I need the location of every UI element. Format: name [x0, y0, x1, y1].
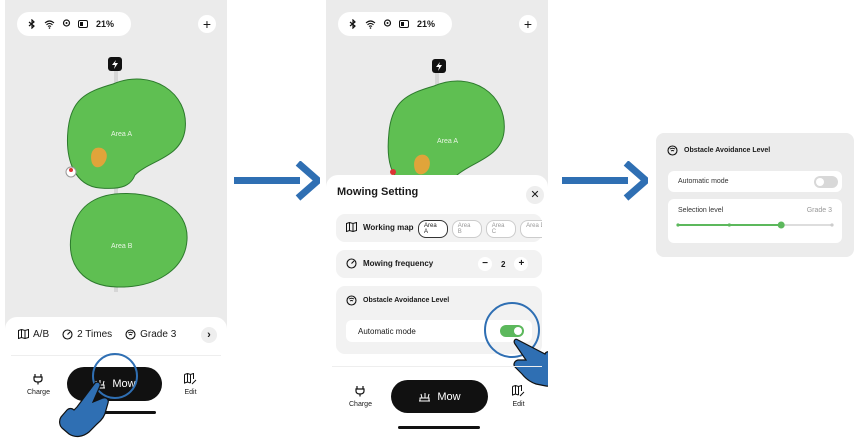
working-map-label: Working map: [363, 222, 414, 232]
area-a-shape[interactable]: [387, 80, 505, 184]
area-b-shape[interactable]: [69, 192, 188, 288]
gauge-icon: [346, 258, 357, 269]
divider: [332, 366, 542, 367]
map-icon: [346, 222, 357, 232]
area-pill-b[interactable]: Area B: [451, 220, 482, 238]
flow-arrow-2: [562, 161, 648, 201]
edit-label: Edit: [512, 401, 525, 408]
radar-icon: [346, 295, 357, 306]
settings-title: Mowing Setting: [337, 186, 419, 198]
frequency-value: 2: [501, 259, 506, 269]
slider-thumb[interactable]: [777, 221, 785, 229]
area-a-label: Area A: [111, 131, 133, 138]
add-button[interactable]: +: [519, 15, 537, 33]
obstacle-avoidance-panel: Obstacle Avoidance Level Automatic mode …: [656, 133, 854, 257]
home-indicator: [398, 426, 480, 429]
bluetooth-icon: [28, 19, 35, 29]
charge-button[interactable]: Charge: [27, 373, 50, 396]
gauge-icon: [62, 328, 73, 340]
slider-step-2: [727, 223, 731, 227]
plug-icon: [33, 374, 44, 385]
battery-percent: 21%: [96, 19, 115, 29]
chevron-right-icon[interactable]: ›: [201, 327, 217, 343]
radar-icon: [125, 328, 136, 340]
home-screen: Area A Area B 21% + A/B 2 Times Grade 3 …: [5, 0, 227, 443]
charge-button[interactable]: Charge: [349, 385, 372, 408]
panel-title: Obstacle Avoidance Level: [684, 147, 771, 154]
selection-value: Grade 3: [806, 207, 832, 214]
map-chip-label: A/B: [33, 328, 50, 340]
add-button[interactable]: +: [198, 15, 216, 33]
close-icon[interactable]: ✕: [526, 186, 544, 204]
area-pill-a[interactable]: Area A: [418, 220, 448, 238]
increment-button[interactable]: +: [514, 257, 529, 271]
selection-label: Selection level: [678, 207, 724, 214]
charge-label: Charge: [27, 389, 50, 396]
map-icon: [18, 329, 29, 339]
slider-step-4: [830, 223, 834, 227]
battery-icon: [78, 20, 88, 28]
radar-icon: [667, 145, 678, 156]
flow-arrow-1: [234, 161, 320, 201]
obstacle-label: Obstacle Avoidance Level: [363, 297, 450, 304]
edit-map-icon: [512, 385, 525, 397]
area-b-label: Area B: [111, 243, 133, 250]
wifi-icon: [44, 20, 55, 29]
mow-button[interactable]: Mow: [391, 380, 488, 413]
avoidance-chip-label: Grade 3: [140, 328, 177, 340]
map-chip[interactable]: A/B: [18, 329, 49, 340]
plug-icon: [355, 386, 366, 397]
quick-settings-bar: A/B 2 Times Grade 3: [5, 317, 227, 351]
mower-icon: [419, 392, 431, 401]
decrement-button[interactable]: −: [478, 257, 492, 271]
slider-step-1: [676, 223, 680, 227]
mowing-frequency-card: Mowing frequency − 2 +: [336, 250, 542, 278]
area-pill-c[interactable]: Area C: [485, 220, 517, 238]
status-bar: 21%: [17, 12, 131, 36]
automatic-mode-label: Automatic mode: [358, 326, 416, 336]
mowing-setting-screen: Area A 21% + Mowing Setting ✕ Working ma…: [326, 0, 548, 443]
location-icon: [383, 19, 392, 27]
mow-label: Mow: [437, 390, 461, 403]
frequency-chip-label: 2 Times: [77, 328, 113, 340]
tap-hand-icon: [59, 381, 109, 438]
tap-hand-icon: [513, 338, 548, 387]
edit-button[interactable]: Edit: [184, 373, 197, 396]
battery-percent: 21%: [417, 19, 436, 29]
bluetooth-icon: [349, 19, 356, 29]
frequency-label: Mowing frequency: [363, 259, 434, 268]
automatic-mode-toggle[interactable]: [814, 176, 838, 188]
automatic-mode-label: Automatic mode: [678, 178, 729, 185]
charge-label: Charge: [349, 401, 372, 408]
wifi-icon: [365, 20, 376, 29]
battery-icon: [399, 20, 409, 28]
edit-map-icon: [184, 373, 197, 385]
avoidance-level-slider[interactable]: [668, 217, 842, 233]
working-map-card: Working map Area A Area B Area C Area D: [336, 214, 542, 242]
area-a-label: Area A: [437, 138, 459, 145]
edit-button[interactable]: Edit: [512, 385, 525, 408]
frequency-chip[interactable]: 2 Times: [62, 329, 112, 340]
status-bar: 21%: [338, 12, 452, 36]
edit-label: Edit: [184, 389, 197, 396]
avoidance-chip[interactable]: Grade 3: [125, 329, 176, 340]
area-pill-d[interactable]: Area D: [520, 220, 542, 238]
location-icon: [62, 19, 71, 27]
